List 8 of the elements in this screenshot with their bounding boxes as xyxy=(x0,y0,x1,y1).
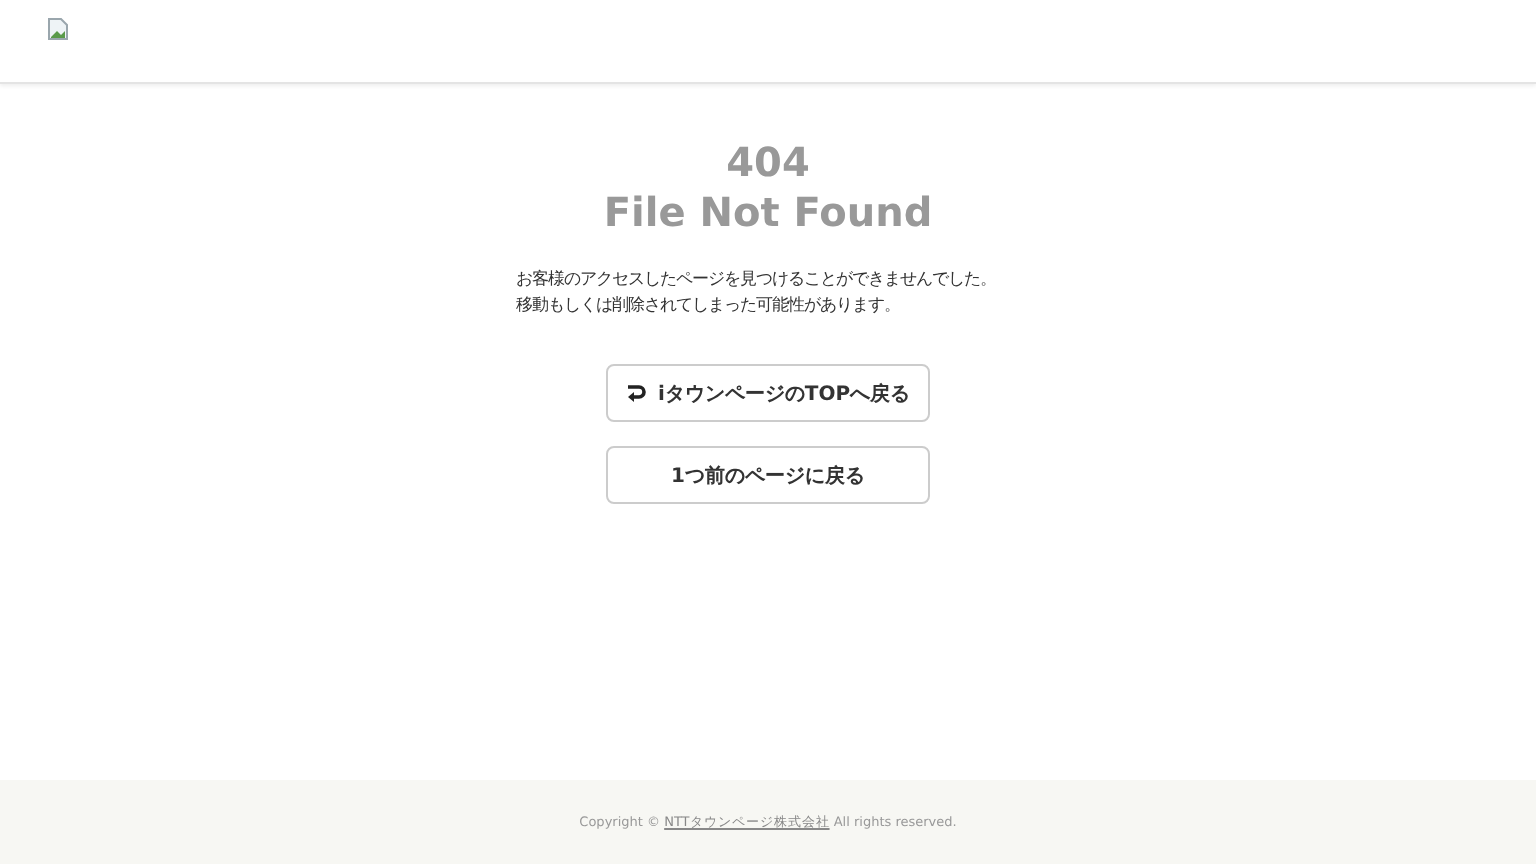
error-title: File Not Found xyxy=(603,188,933,238)
nav-button[interactable]: iタウンページのTOPへ戻る xyxy=(606,364,930,422)
error-code: 404 xyxy=(726,138,810,188)
nav-button[interactable]: 1つ前のページに戻る xyxy=(606,446,930,504)
broken-image-icon xyxy=(48,18,68,40)
error-message: お客様のアクセスしたページを見つけることができませんでした。 xyxy=(516,266,998,292)
return-arrow-icon xyxy=(625,384,646,402)
error-message: 移動もしくは削除されてしまった可能性があります。 xyxy=(516,292,902,318)
